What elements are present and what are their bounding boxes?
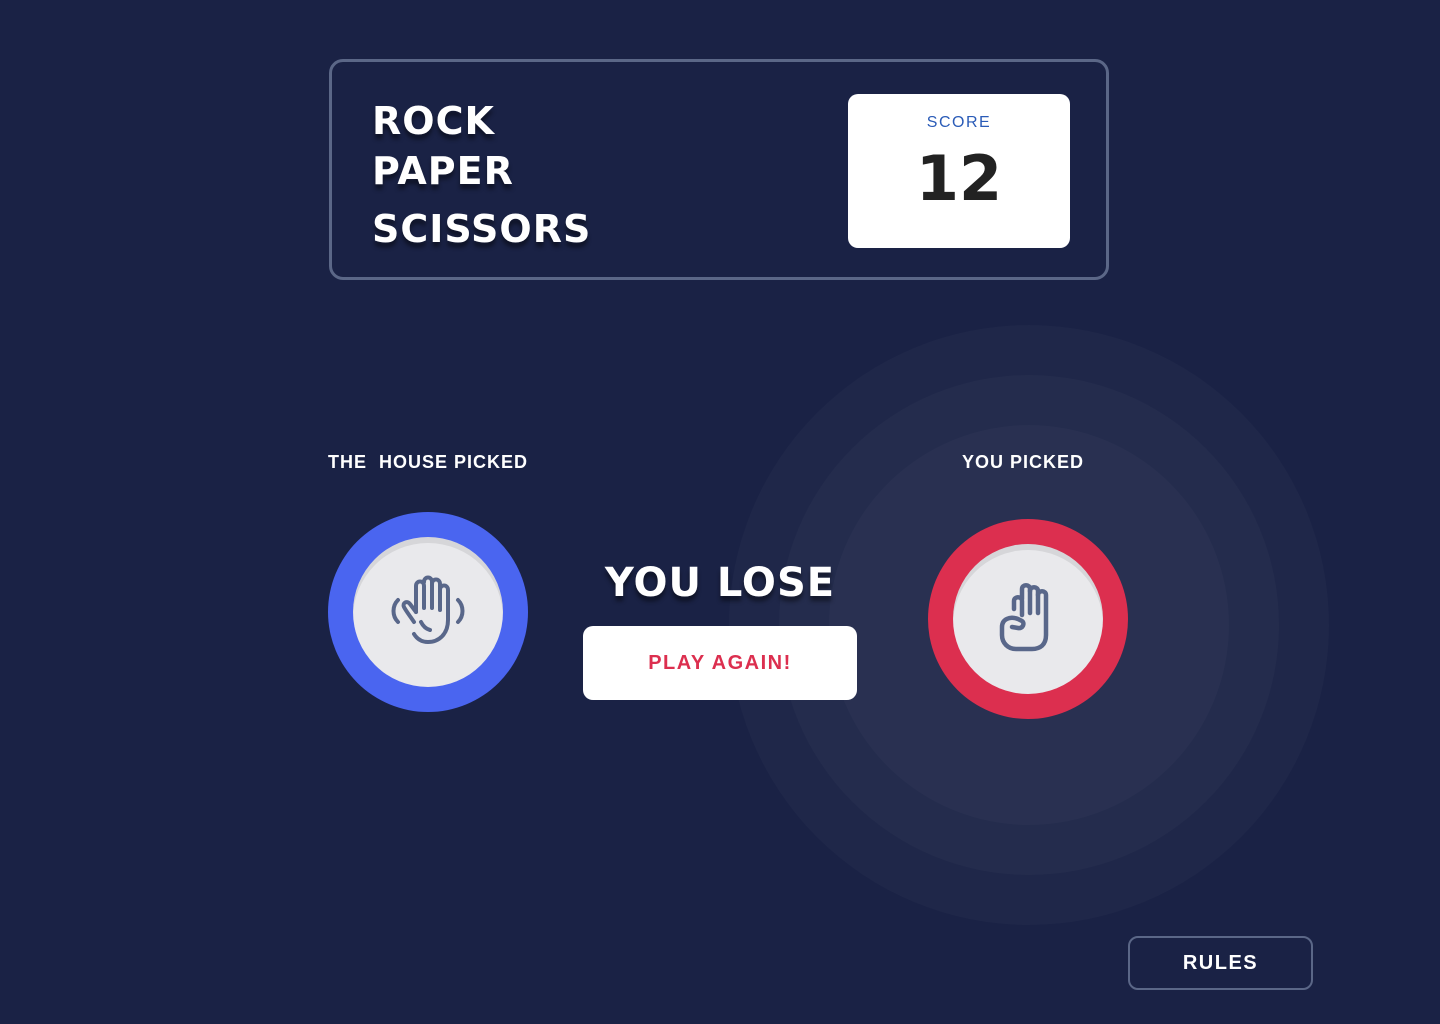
logo-line-rock: ROCK [372, 99, 495, 143]
house-choice-paper [328, 512, 528, 712]
result-title: YOU LOSE [604, 560, 836, 606]
score-header: ROCK PAPER SCISSORS SCORE 12 [329, 59, 1109, 280]
house-picked-label: THE HOUSE PICKED [328, 452, 529, 472]
logo-line-paper: PAPER [372, 149, 514, 193]
rock-fist-icon [999, 583, 1049, 652]
play-again-button[interactable]: PLAY AGAIN! [583, 626, 857, 700]
rules-button[interactable]: RULES [1128, 936, 1313, 990]
score-value: 12 [915, 142, 1003, 215]
you-picked-label: YOU PICKED [962, 452, 1085, 472]
logo-line-scissors: SCISSORS [372, 207, 592, 251]
paper-hand-icon [391, 575, 465, 644]
score-label: SCORE [926, 114, 992, 131]
house-choice-inner [353, 537, 503, 687]
player-choice-rock [928, 519, 1128, 719]
score-card: SCORE 12 [848, 94, 1070, 248]
player-choice-inner [953, 544, 1103, 694]
